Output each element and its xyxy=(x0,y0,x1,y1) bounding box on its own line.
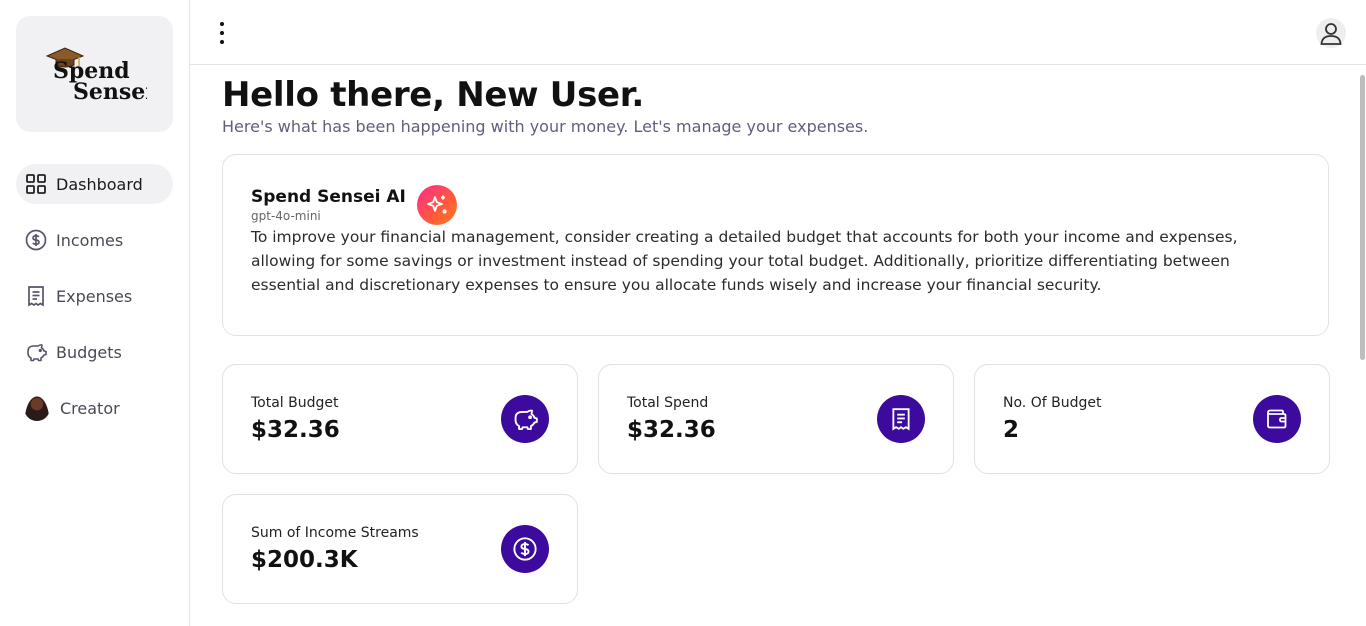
ai-advice-card: Spend Sensei AI gpt-4o-mini To improve y… xyxy=(222,154,1329,336)
sidebar-item-label: Creator xyxy=(60,398,120,418)
receipt-icon xyxy=(25,285,47,307)
sidebar: Spend Sensei Dashboard Incomes Expenses … xyxy=(0,0,190,626)
piggy-bank-icon xyxy=(25,341,47,363)
scrollbar-thumb[interactable] xyxy=(1360,75,1365,360)
sidebar-item-dashboard[interactable]: Dashboard xyxy=(16,164,173,204)
spend-sensei-logo-icon: Spend Sensei xyxy=(45,47,147,104)
sidebar-item-budgets[interactable]: Budgets xyxy=(16,332,173,372)
receipt-icon xyxy=(877,395,925,443)
kebab-menu-icon[interactable] xyxy=(216,22,228,44)
sidebar-item-creator[interactable]: Creator xyxy=(16,388,173,428)
sidebar-item-label: Budgets xyxy=(56,342,122,362)
ai-title: Spend Sensei AI xyxy=(251,187,406,207)
stat-card-total-spend: Total Spend $32.36 xyxy=(598,364,954,474)
sidebar-item-label: Incomes xyxy=(56,230,124,250)
stat-card-number-of-budgets: No. Of Budget 2 xyxy=(974,364,1330,474)
wallet-icon xyxy=(1253,395,1301,443)
page-title: Hello there, New User. xyxy=(222,75,645,115)
creator-avatar xyxy=(24,395,50,421)
brand-logo[interactable]: Spend Sensei xyxy=(16,16,173,132)
sparkles-icon[interactable] xyxy=(416,185,457,225)
dollar-circle-icon xyxy=(501,525,549,573)
ai-advice-text: To improve your financial management, co… xyxy=(251,228,1238,294)
sidebar-item-expenses[interactable]: Expenses xyxy=(16,276,173,316)
sidebar-item-incomes[interactable]: Incomes xyxy=(16,220,173,260)
svg-text:Sensei: Sensei xyxy=(73,79,147,104)
main-content: Hello there, New User. Here's what has b… xyxy=(222,65,1330,604)
stat-card-income-streams: Sum of Income Streams $200.3K xyxy=(222,494,578,604)
dollar-circle-icon xyxy=(25,229,47,251)
stat-card-total-budget: Total Budget $32.36 xyxy=(222,364,578,474)
page-subtitle: Here's what has been happening with your… xyxy=(222,117,869,136)
piggy-bank-icon xyxy=(501,395,549,443)
sidebar-nav: Dashboard Incomes Expenses Budgets Creat… xyxy=(16,164,173,444)
sidebar-item-label: Dashboard xyxy=(56,174,143,194)
sidebar-item-label: Expenses xyxy=(56,286,133,306)
top-bar xyxy=(190,0,1366,65)
user-icon[interactable] xyxy=(1316,18,1346,48)
ai-model-label: gpt-4o-mini xyxy=(251,209,321,223)
dashboard-grid-icon xyxy=(25,173,47,195)
page-scrollbar[interactable] xyxy=(1358,65,1366,626)
stats-grid: Total Budget $32.36 Total Spend $32.36 N… xyxy=(222,364,1330,604)
ai-card-header: Spend Sensei AI gpt-4o-mini xyxy=(251,185,1300,225)
